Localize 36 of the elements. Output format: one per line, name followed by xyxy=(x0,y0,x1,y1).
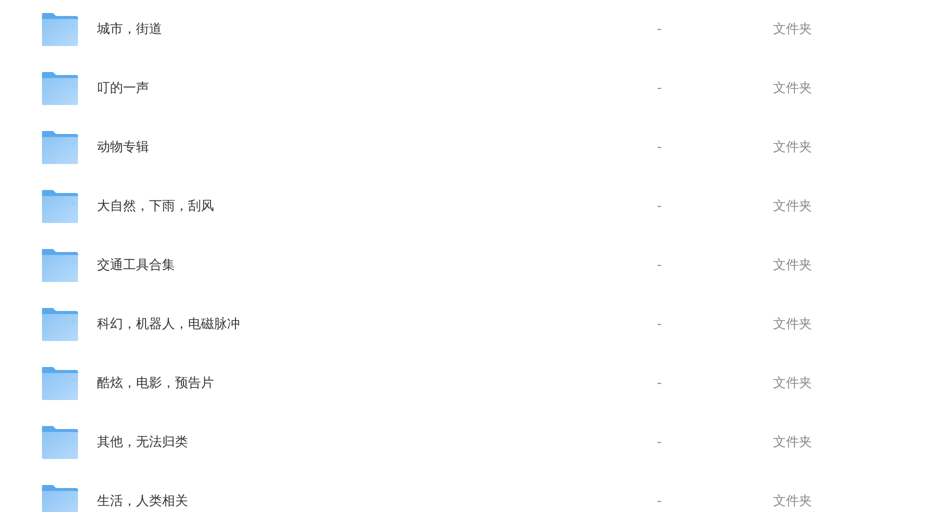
folder-name[interactable]: 科幻，机器人，电磁脉冲 xyxy=(97,314,657,334)
folder-icon xyxy=(42,367,78,400)
folder-size: - xyxy=(657,256,663,275)
folder-size: - xyxy=(657,316,663,334)
file-type: 文件夹 xyxy=(773,316,812,334)
folder-name[interactable]: 酷炫，电影，预告片 xyxy=(97,374,657,394)
folder-name[interactable]: 生活，人类相关 xyxy=(97,492,657,512)
folder-icon xyxy=(42,190,78,223)
folder-name[interactable]: 城市，街道 xyxy=(97,20,657,40)
folder-icon xyxy=(42,426,78,459)
folder-size: - xyxy=(657,80,663,98)
file-type: 文件夹 xyxy=(773,20,812,39)
folder-name[interactable]: 其他，无法归类 xyxy=(97,432,657,452)
file-type: 文件夹 xyxy=(773,492,812,511)
folder-icon xyxy=(42,485,78,512)
file-type: 文件夹 xyxy=(773,256,812,275)
folder-size: - xyxy=(657,492,663,511)
folder-icon xyxy=(42,249,78,282)
folder-icon xyxy=(42,13,78,46)
folder-size: - xyxy=(657,20,663,39)
folder-size: - xyxy=(657,138,663,157)
file-type: 文件夹 xyxy=(773,434,812,452)
file-type: 文件夹 xyxy=(773,138,812,157)
folder-icon xyxy=(42,72,78,105)
folder-name[interactable]: 动物专辑 xyxy=(97,138,657,158)
folder-name[interactable]: 大自然，下雨，刮风 xyxy=(97,196,657,216)
file-type: 文件夹 xyxy=(773,198,812,216)
folder-size: - xyxy=(657,198,663,216)
file-type: 文件夹 xyxy=(773,374,812,393)
folder-name[interactable]: 叮的一声 xyxy=(97,78,657,98)
folder-icon xyxy=(42,131,78,164)
folder-size: - xyxy=(657,434,663,452)
folder-size: - xyxy=(657,374,663,393)
folder-icon xyxy=(42,308,78,341)
folder-name[interactable]: 交通工具合集 xyxy=(97,256,657,276)
file-type: 文件夹 xyxy=(773,80,812,98)
